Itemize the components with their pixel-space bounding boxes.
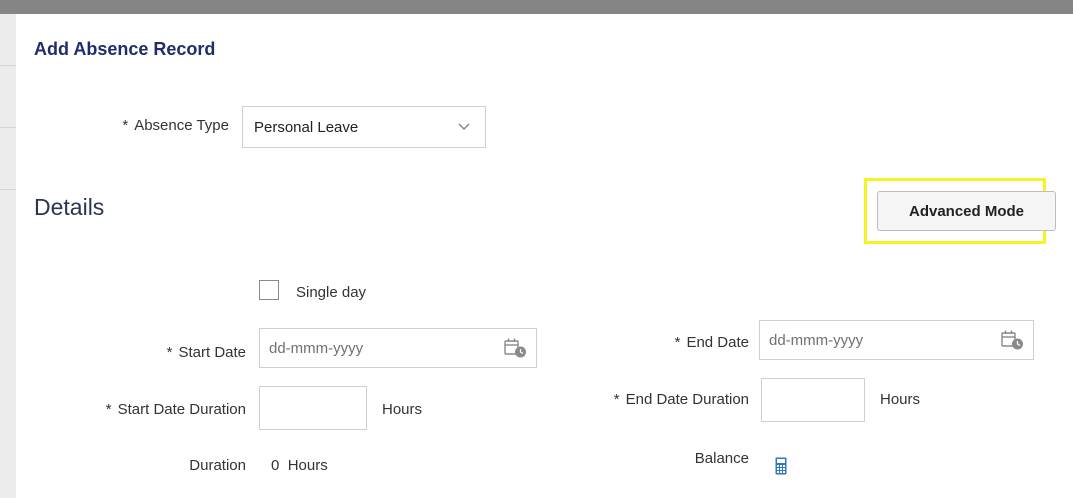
absence-type-select[interactable]: Personal Leave (242, 106, 486, 148)
end-date-placeholder: dd-mmm-yyyy (769, 332, 864, 349)
end-date-duration-input[interactable] (761, 378, 865, 422)
end-date-duration-unit: Hours (880, 391, 921, 408)
chevron-down-icon (457, 120, 471, 139)
absence-type-label-text: Absence Type (134, 117, 229, 134)
add-absence-dialog: Add Absence Record * Absence Type Persona… (16, 14, 1073, 498)
background-left-edge (0, 14, 16, 498)
duration-value: 0 Hours (271, 457, 328, 474)
end-date-duration-label-text: End Date Duration (625, 391, 749, 408)
start-date-duration-input[interactable] (259, 386, 367, 430)
start-date-duration-label: * Start Date Duration (106, 401, 246, 418)
details-heading: Details (34, 194, 105, 220)
calculator-icon[interactable] (775, 457, 787, 480)
start-date-placeholder: dd-mmm-yyyy (269, 340, 364, 357)
start-date-input[interactable]: dd-mmm-yyyy (259, 328, 537, 368)
absence-type-value: Personal Leave (254, 119, 359, 136)
window-top-bar (0, 0, 1073, 14)
start-date-label: * Start Date (167, 344, 246, 361)
end-date-label-text: End Date (686, 334, 749, 351)
start-date-duration-label-text: Start Date Duration (117, 401, 246, 418)
start-date-duration-unit: Hours (382, 401, 423, 418)
balance-label: Balance (694, 450, 749, 467)
absence-type-label: * Absence Type (122, 117, 229, 134)
duration-label: Duration (189, 457, 246, 474)
required-marker: * (674, 334, 681, 351)
required-marker: * (122, 117, 129, 134)
calendar-icon[interactable] (1001, 329, 1025, 356)
end-date-label: * End Date (675, 334, 749, 351)
required-marker: * (105, 401, 112, 418)
duration-unit: Hours (287, 457, 328, 474)
single-day-checkbox[interactable] (259, 280, 279, 300)
required-marker: * (166, 344, 173, 361)
end-date-input[interactable]: dd-mmm-yyyy (759, 320, 1034, 360)
calendar-icon[interactable] (504, 337, 528, 364)
required-marker: * (613, 391, 620, 408)
dialog-title: Add Absence Record (34, 39, 216, 59)
end-date-duration-label: * End Date Duration (614, 391, 749, 408)
start-date-label-text: Start Date (178, 344, 246, 361)
single-day-label: Single day (296, 284, 367, 301)
duration-number: 0 (271, 457, 280, 474)
advanced-mode-button[interactable]: Advanced Mode (877, 191, 1056, 231)
